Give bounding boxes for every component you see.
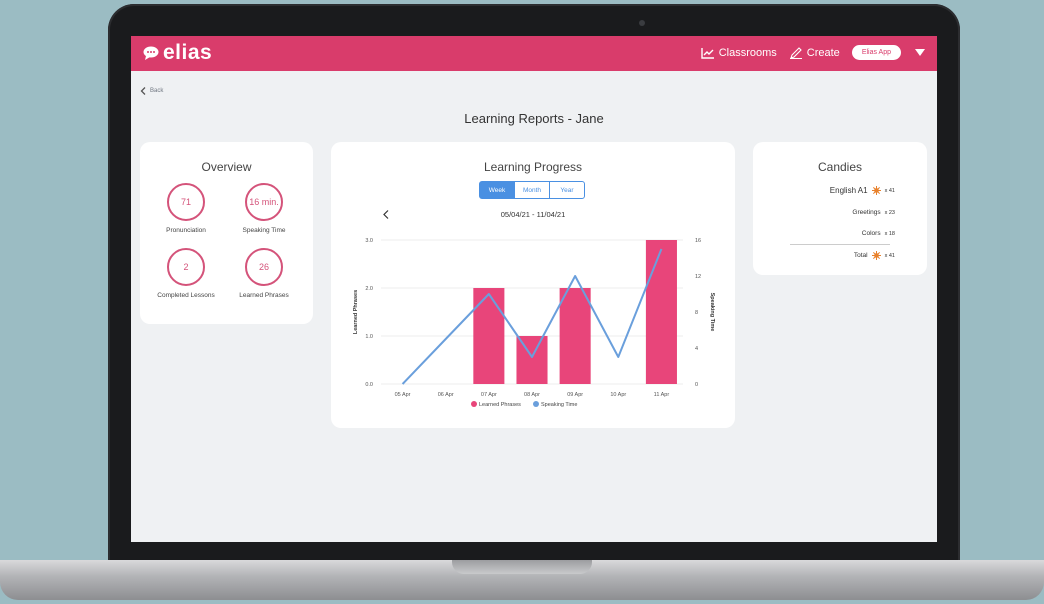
- learning-progress-chart: 0.0 1.0 2.0 3.0 0 4 8 12 16 Learned Phrases Speaki…: [353, 238, 715, 408]
- nav-classrooms[interactable]: Classrooms: [701, 47, 777, 59]
- candy-item-count: x 23: [884, 209, 895, 216]
- tab-year[interactable]: Year: [549, 181, 585, 199]
- candy-total-row: Total x 41: [854, 251, 895, 260]
- overview-card: Overview 71 Pronunciation 16 min. Speaki…: [140, 142, 313, 324]
- chart-line-icon: [701, 47, 714, 59]
- x-tick-label: 05 Apr: [395, 392, 411, 398]
- stat-ring: 71: [167, 183, 205, 221]
- candy-icon: [871, 186, 881, 195]
- nav-menu: Classrooms Create Elias App: [701, 45, 925, 60]
- date-range: 05/04/21 - 11/04/21: [500, 210, 566, 219]
- y-tick-label: 2.0: [365, 286, 373, 292]
- candy-item-name: Greetings: [852, 209, 881, 216]
- y-tick-label: 1.0: [365, 334, 373, 340]
- legend-label: Speaking Time: [541, 402, 577, 408]
- y-tick-label: 0.0: [365, 382, 373, 388]
- candy-item-row: Colors x 18: [862, 230, 895, 237]
- learning-progress-card: Learning Progress Week Month Year 05/04/…: [331, 142, 735, 428]
- stat-learned-phrases: 26 Learned Phrases: [221, 248, 307, 299]
- stat-ring: 26: [245, 248, 283, 286]
- y2-tick-label: 4: [695, 346, 698, 352]
- stat-pronunciation: 71 Pronunciation: [143, 183, 229, 234]
- bar: [516, 336, 548, 384]
- y-axis-title: Learned Phrases: [353, 290, 359, 334]
- period-tabs: Week Month Year: [479, 181, 585, 199]
- y2-tick-label: 8: [695, 310, 698, 316]
- legend-label: Learned Phrases: [479, 402, 521, 408]
- y2-tick-label: 0: [695, 382, 698, 388]
- x-tick-label: 06 Apr: [438, 392, 454, 398]
- stat-speaking-time: 16 min. Speaking Time: [221, 183, 307, 234]
- x-tick-label: 10 Apr: [610, 392, 626, 398]
- candies-title: Candies: [817, 160, 863, 174]
- x-tick-label: 09 Apr: [567, 392, 583, 398]
- tab-week[interactable]: Week: [479, 181, 515, 199]
- nav-create-label: Create: [806, 46, 840, 59]
- caret-down-icon[interactable]: [915, 49, 925, 56]
- elias-app-button[interactable]: Elias App: [851, 45, 901, 60]
- stat-label: Speaking Time: [242, 227, 286, 234]
- candy-item-name: Colors: [861, 230, 881, 237]
- stat-label: Pronunciation: [166, 227, 206, 234]
- divider: [790, 244, 890, 245]
- candy-course-name: English A1: [829, 186, 868, 195]
- nav-classrooms-label: Classrooms: [718, 46, 777, 59]
- x-tick-label: 11 Apr: [654, 392, 670, 398]
- progress-title: Learning Progress: [483, 160, 583, 174]
- overview-title: Overview: [201, 160, 252, 174]
- stat-label: Learned Phrases: [239, 292, 289, 299]
- page-title: Learning Reports - Jane: [464, 111, 604, 126]
- candy-total-label: Total: [853, 252, 868, 259]
- laptop-notch: [452, 560, 592, 574]
- legend-marker: [533, 401, 539, 407]
- candy-item-count: x 18: [884, 230, 895, 237]
- chevron-left-icon: [140, 87, 146, 95]
- bar: [473, 288, 505, 384]
- nav-create[interactable]: Create: [789, 47, 840, 59]
- logo[interactable]: elias: [143, 41, 212, 65]
- stat-completed-lessons: 2 Completed Lessons: [143, 248, 229, 299]
- stat-ring: 16 min.: [245, 183, 283, 221]
- candy-total-count: x 41: [884, 252, 895, 259]
- logo-text: elias: [163, 41, 213, 64]
- chat-bubble-icon: [143, 46, 159, 60]
- candy-item-row: Greetings x 23: [852, 209, 895, 216]
- x-tick-label: 07 Apr: [481, 392, 497, 398]
- y2-axis-title: Speaking Time: [709, 293, 715, 332]
- top-navbar: elias Classrooms Create Elias App: [131, 36, 937, 71]
- candy-icon: [871, 251, 881, 260]
- bar: [645, 240, 677, 384]
- candy-course-row: English A1 x 41: [830, 186, 895, 195]
- y-tick-label: 3.0: [365, 238, 373, 244]
- candies-card: Candies English A1 x 41 Greetings x 23 C…: [753, 142, 927, 275]
- stat-ring: 2: [167, 248, 205, 286]
- app-screen: elias Classrooms Create Elias App Back L…: [131, 36, 937, 542]
- stat-label: Completed Lessons: [157, 292, 215, 299]
- bar: [559, 288, 591, 384]
- camera-icon: [639, 20, 645, 26]
- candy-course-count: x 41: [884, 187, 895, 194]
- x-tick-label: 08 Apr: [524, 392, 540, 398]
- back-link[interactable]: Back: [140, 87, 163, 95]
- y2-tick-label: 16: [695, 238, 701, 244]
- y2-tick-label: 12: [695, 274, 701, 280]
- back-label: Back: [150, 88, 164, 94]
- tab-month[interactable]: Month: [514, 181, 550, 199]
- pencil-icon: [789, 46, 802, 59]
- legend-marker: [471, 401, 477, 407]
